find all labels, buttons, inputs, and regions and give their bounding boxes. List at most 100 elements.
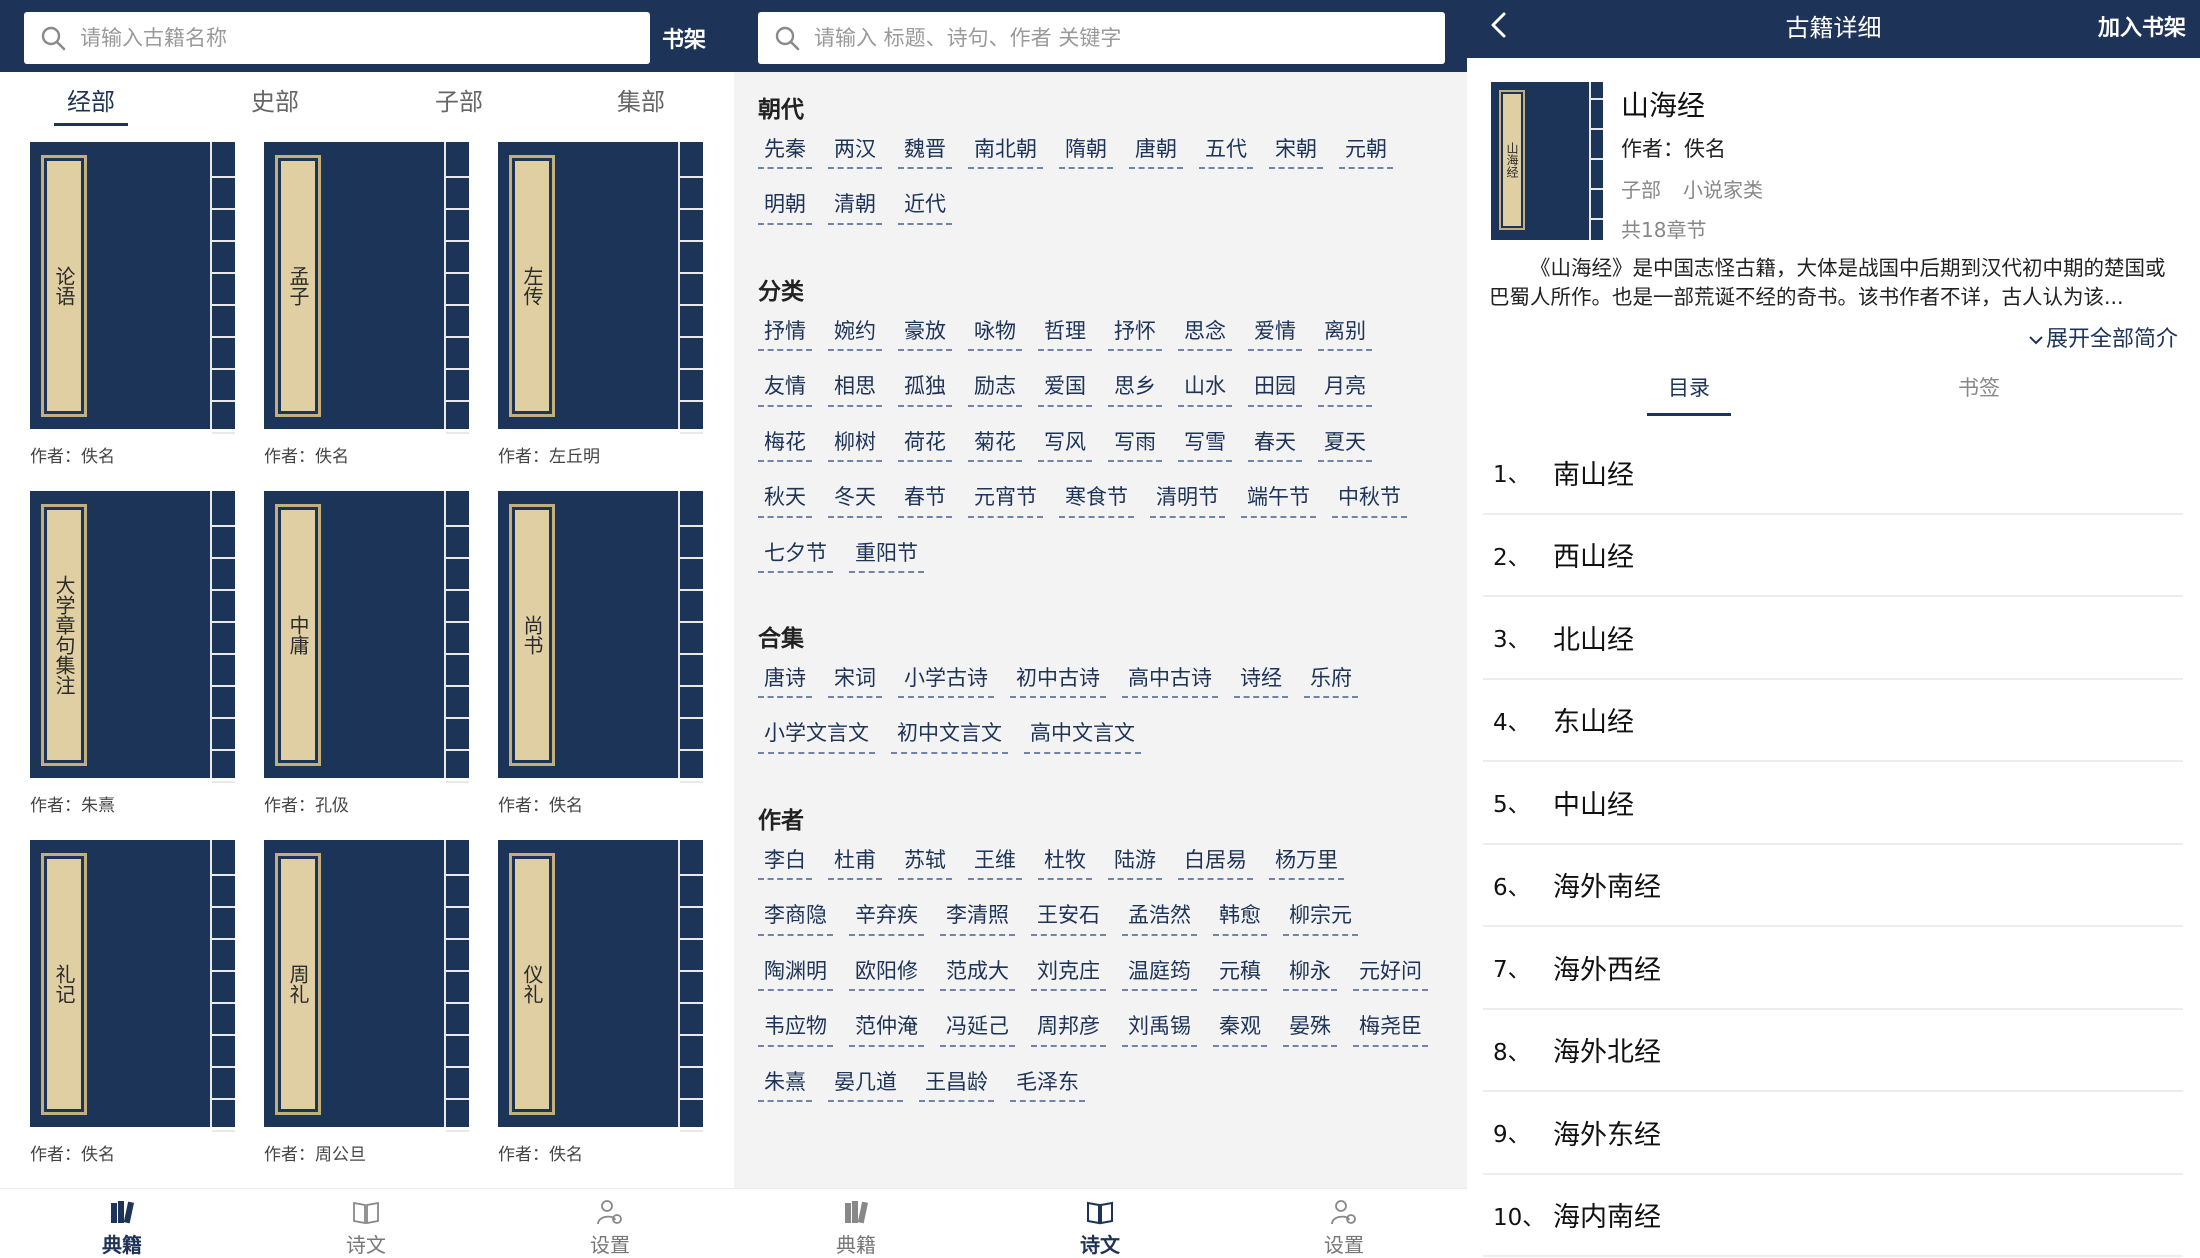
tag-chip[interactable]: 元好问 [1353, 953, 1428, 992]
tag-chip[interactable]: 离别 [1318, 313, 1372, 352]
tag-chip[interactable]: 写雪 [1178, 424, 1232, 463]
tag-chip[interactable]: 小学文言文 [758, 715, 875, 754]
tag-chip[interactable]: 秋天 [758, 479, 812, 518]
tag-chip[interactable]: 菊花 [968, 424, 1022, 463]
tag-chip[interactable]: 荷花 [898, 424, 952, 463]
tag-chip[interactable]: 宋词 [828, 660, 882, 699]
tag-chip[interactable]: 抒怀 [1108, 313, 1162, 352]
tag-chip[interactable]: 元宵节 [968, 479, 1043, 518]
book-cover[interactable]: 左传 [498, 142, 703, 434]
tag-chip[interactable]: 豪放 [898, 313, 952, 352]
tag-chip[interactable]: 柳永 [1283, 953, 1337, 992]
tag-chip[interactable]: 辛弃疾 [849, 897, 924, 936]
chapter-row[interactable]: 5、 中山经 [1483, 762, 2183, 845]
bookshelf-button[interactable]: 书架 [662, 22, 706, 54]
tag-chip[interactable]: 冯延己 [940, 1008, 1015, 1047]
tag-chip[interactable]: 李清照 [940, 897, 1015, 936]
tag-chip[interactable]: 励志 [968, 368, 1022, 407]
tag-chip[interactable]: 清朝 [828, 186, 882, 225]
tag-chip[interactable]: 乐府 [1304, 660, 1358, 699]
tag-chip[interactable]: 唐朝 [1129, 131, 1183, 170]
book-cover[interactable]: 礼记 [30, 840, 235, 1132]
tag-chip[interactable]: 柳宗元 [1283, 897, 1358, 936]
tag-chip[interactable]: 咏物 [968, 313, 1022, 352]
tag-chip[interactable]: 春节 [898, 479, 952, 518]
book-cover[interactable]: 周礼 [264, 840, 469, 1132]
chapter-row[interactable]: 3、 北山经 [1483, 597, 2183, 680]
tag-chip[interactable]: 唐诗 [758, 660, 812, 699]
tag-chip[interactable]: 思乡 [1108, 368, 1162, 407]
book-cover[interactable]: 仪礼 [498, 840, 703, 1132]
poem-search-box[interactable] [758, 12, 1445, 64]
book-cover[interactable]: 孟子 [264, 142, 469, 434]
tag-chip[interactable]: 韦应物 [758, 1008, 833, 1047]
tag-chip[interactable]: 元朝 [1339, 131, 1393, 170]
book-cover[interactable]: 尚书 [498, 491, 703, 783]
tag-chip[interactable]: 元稹 [1213, 953, 1267, 992]
tag-chip[interactable]: 春天 [1248, 424, 1302, 463]
tag-chip[interactable]: 相思 [828, 368, 882, 407]
tag-chip[interactable]: 孤独 [898, 368, 952, 407]
tag-chip[interactable]: 魏晋 [898, 131, 952, 170]
tag-chip[interactable]: 抒情 [758, 313, 812, 352]
nav-poems[interactable]: 诗文 [306, 1197, 426, 1258]
chapter-row[interactable]: 2、 西山经 [1483, 515, 2183, 597]
nav-classics[interactable]: 典籍 [796, 1197, 916, 1258]
tag-chip[interactable]: 高中古诗 [1122, 660, 1218, 699]
tag-chip[interactable]: 近代 [898, 186, 952, 225]
tag-chip[interactable]: 中秋节 [1332, 479, 1407, 518]
chapter-row[interactable]: 8、 海外北经 [1483, 1010, 2183, 1092]
book-search-box[interactable] [24, 12, 650, 64]
tag-chip[interactable]: 南北朝 [968, 131, 1043, 170]
tag-chip[interactable]: 苏轼 [898, 842, 952, 881]
tag-chip[interactable]: 五代 [1199, 131, 1253, 170]
tab-jibu[interactable]: 集部 [596, 82, 686, 117]
nav-settings[interactable]: 设置 [1284, 1197, 1404, 1258]
book-search-input[interactable] [80, 26, 650, 50]
tag-chip[interactable]: 哲理 [1038, 313, 1092, 352]
tag-chip[interactable]: 刘禹锡 [1122, 1008, 1197, 1047]
nav-settings[interactable]: 设置 [550, 1197, 670, 1258]
tab-jingbu[interactable]: 经部 [46, 82, 136, 126]
tag-chip[interactable]: 王昌龄 [919, 1064, 994, 1102]
tag-chip[interactable]: 友情 [758, 368, 812, 407]
tag-chip[interactable]: 爱国 [1038, 368, 1092, 407]
tag-chip[interactable]: 隋朝 [1059, 131, 1113, 170]
chapter-row[interactable]: 10、 海内南经 [1483, 1175, 2183, 1257]
tag-chip[interactable]: 初中古诗 [1010, 660, 1106, 699]
tag-chip[interactable]: 明朝 [758, 186, 812, 225]
tag-chip[interactable]: 韩愈 [1213, 897, 1267, 936]
tag-chip[interactable]: 朱熹 [758, 1064, 812, 1102]
tag-chip[interactable]: 杜甫 [828, 842, 882, 881]
tab-contents[interactable]: 目录 [1647, 372, 1731, 416]
tag-chip[interactable]: 白居易 [1178, 842, 1253, 881]
tag-chip[interactable]: 婉约 [828, 313, 882, 352]
tag-chip[interactable]: 重阳节 [849, 535, 924, 573]
tag-chip[interactable]: 两汉 [828, 131, 882, 170]
tag-chip[interactable]: 范仲淹 [849, 1008, 924, 1047]
tag-chip[interactable]: 周邦彦 [1031, 1008, 1106, 1047]
tag-chip[interactable]: 清明节 [1150, 479, 1225, 518]
chapter-row[interactable]: 9、 海外东经 [1483, 1092, 2183, 1175]
chapter-row[interactable]: 6、 海外南经 [1483, 845, 2183, 927]
tag-chip[interactable]: 写风 [1038, 424, 1092, 463]
tag-chip[interactable]: 范成大 [940, 953, 1015, 992]
tag-chip[interactable]: 寒食节 [1059, 479, 1134, 518]
tag-chip[interactable]: 端午节 [1241, 479, 1316, 518]
tag-chip[interactable]: 思念 [1178, 313, 1232, 352]
tag-chip[interactable]: 爱情 [1248, 313, 1302, 352]
tab-zibu[interactable]: 子部 [414, 82, 504, 117]
tag-chip[interactable]: 梅花 [758, 424, 812, 463]
tag-chip[interactable]: 晏殊 [1283, 1008, 1337, 1047]
tag-chip[interactable]: 冬天 [828, 479, 882, 518]
tag-chip[interactable]: 秦观 [1213, 1008, 1267, 1047]
tag-chip[interactable]: 先秦 [758, 131, 812, 170]
tag-chip[interactable]: 月亮 [1318, 368, 1372, 407]
tag-chip[interactable]: 写雨 [1108, 424, 1162, 463]
tag-chip[interactable]: 诗经 [1234, 660, 1288, 699]
tag-chip[interactable]: 杨万里 [1269, 842, 1344, 881]
tag-chip[interactable]: 李商隐 [758, 897, 833, 936]
tag-chip[interactable]: 王安石 [1031, 897, 1106, 936]
expand-intro-button[interactable]: 展开全部简介 [2028, 321, 2178, 353]
tag-chip[interactable]: 柳树 [828, 424, 882, 463]
